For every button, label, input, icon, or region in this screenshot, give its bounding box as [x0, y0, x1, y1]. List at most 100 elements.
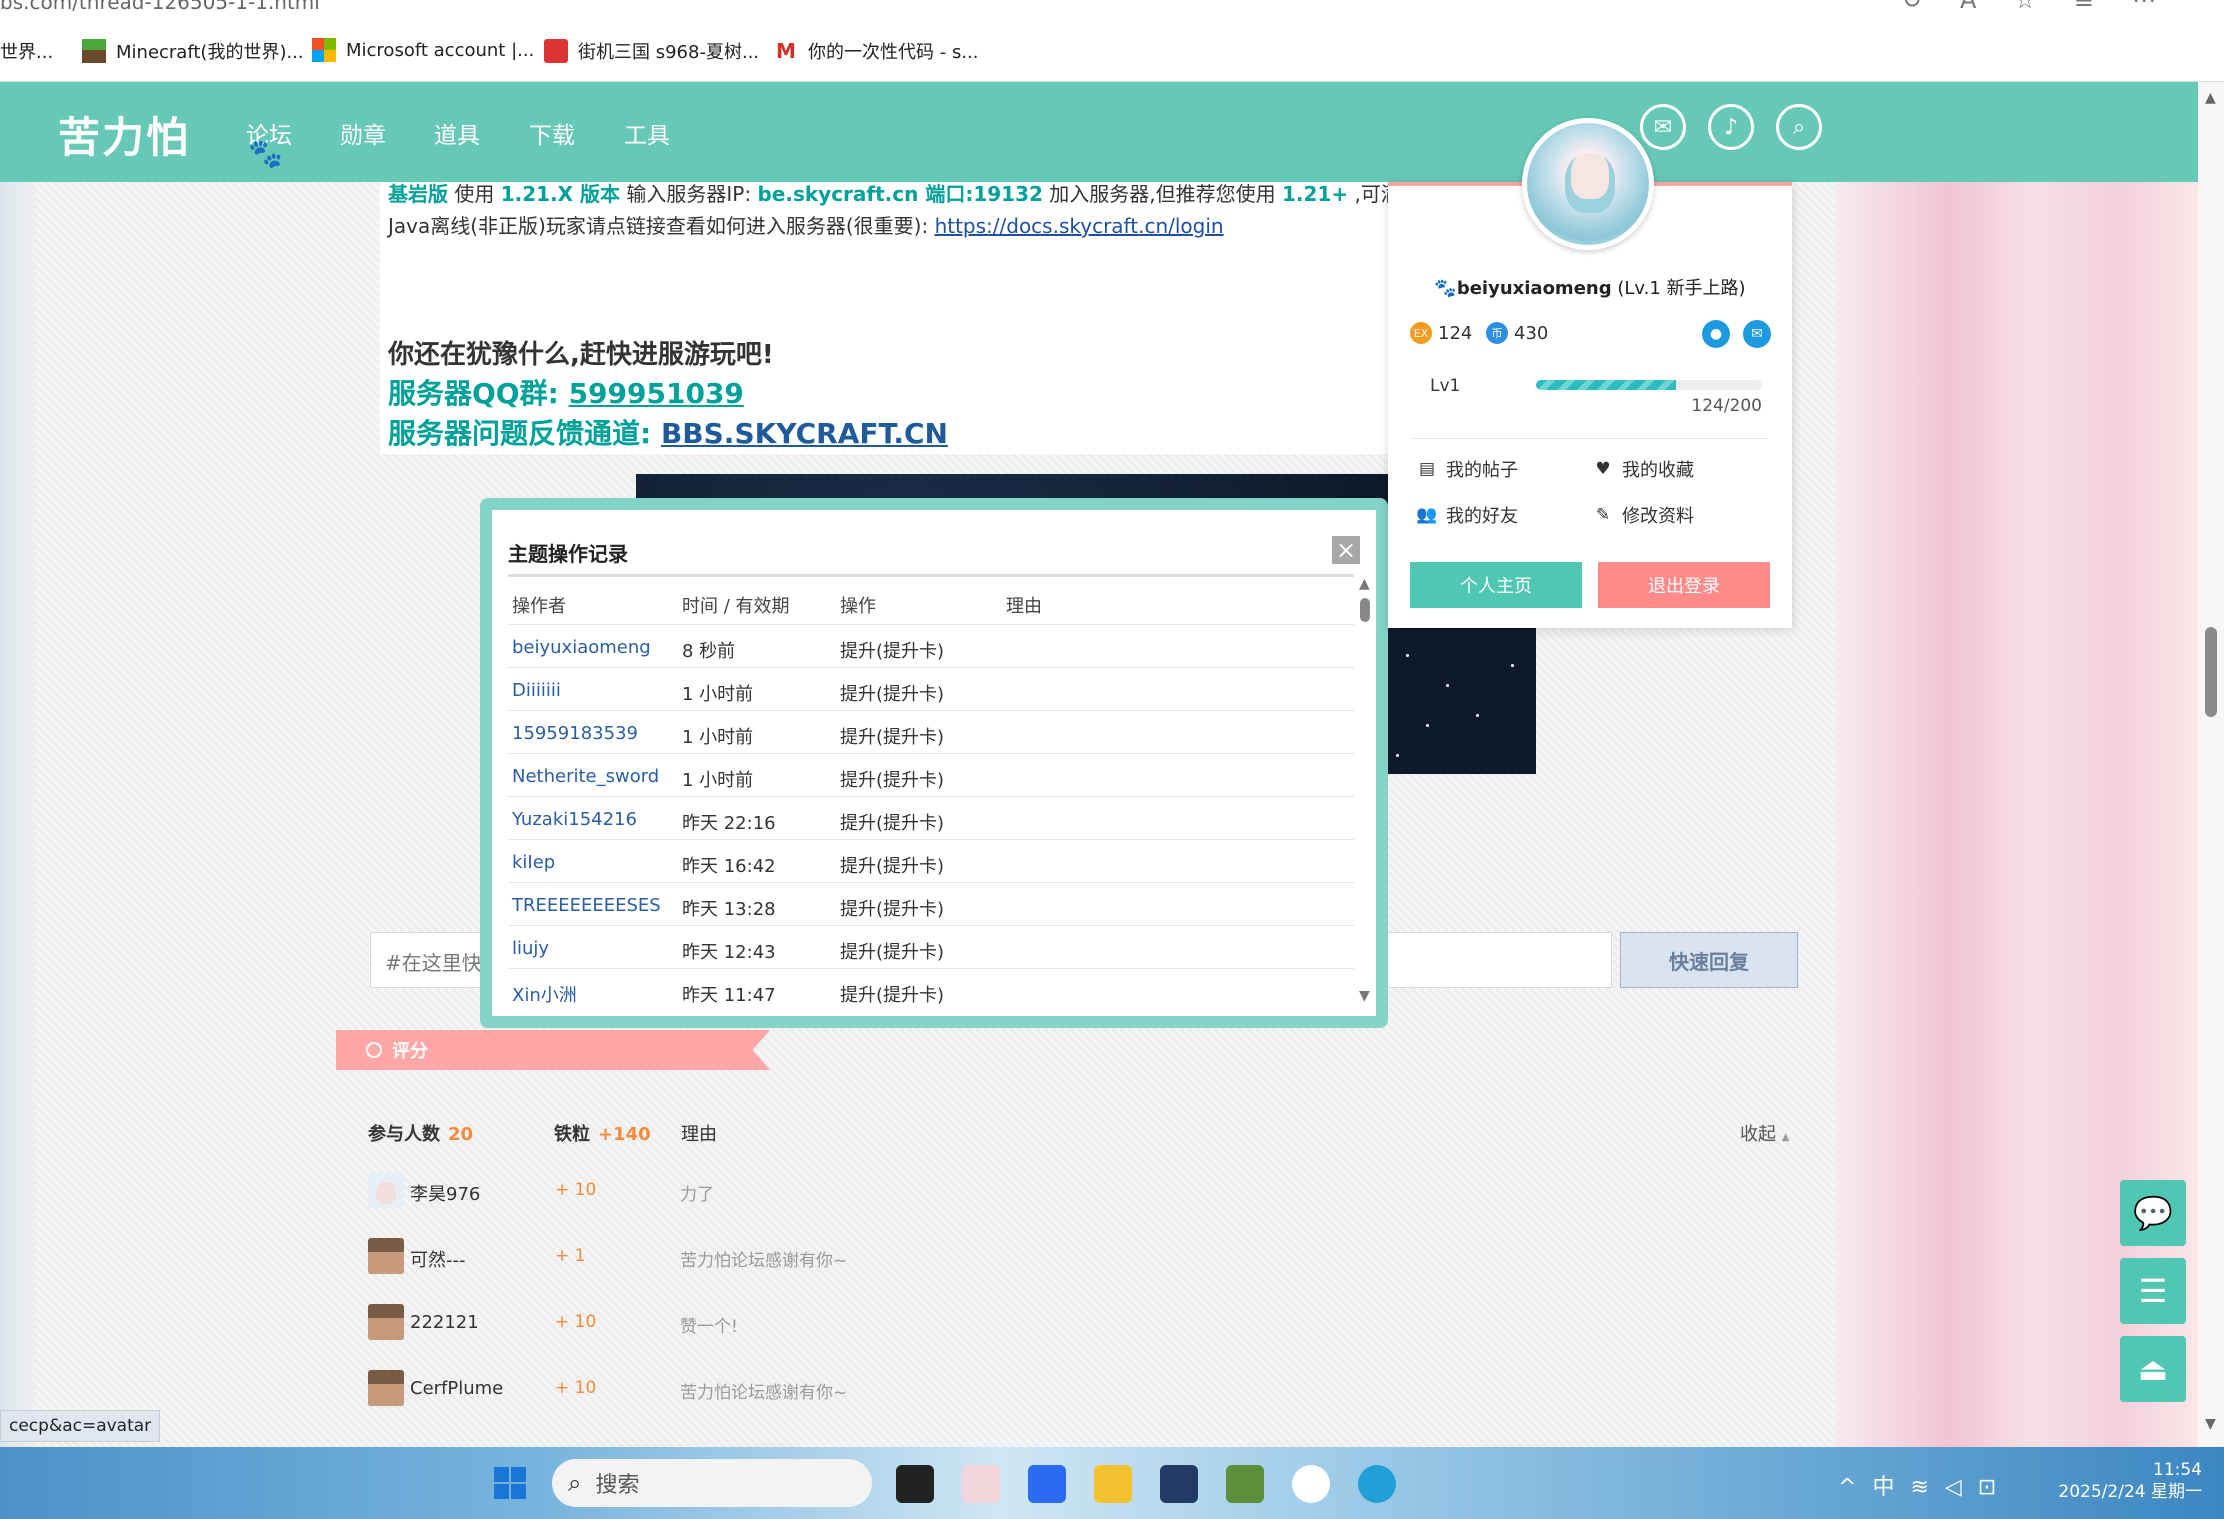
scroll-down-icon[interactable]: ▼: [2205, 1416, 2216, 1432]
post-content: 基岩版 使用 1.21.X 版本 输入服务器IP: be.skycraft.cn…: [380, 182, 1401, 454]
table-row: Xin小洲 昨天 11:47 提升(提升卡): [508, 968, 1354, 1011]
scroll-up-icon[interactable]: ▲: [1359, 576, 1370, 592]
scroll-down-icon[interactable]: ▼: [1359, 988, 1370, 1004]
gmail-icon: M: [776, 39, 796, 63]
qq-group-link[interactable]: 599951039: [569, 377, 744, 410]
profile-button[interactable]: 个人主页: [1410, 562, 1582, 608]
file-explorer-icon[interactable]: [1094, 1465, 1132, 1503]
operator-link[interactable]: TREEEEEEEESES: [512, 895, 661, 916]
task-view-icon[interactable]: [896, 1465, 934, 1503]
system-tray[interactable]: ^中≋◁⊡: [1838, 1469, 2012, 1501]
operator-link[interactable]: Netherite_sword: [512, 766, 659, 787]
username[interactable]: beiyuxiaomeng: [1457, 278, 1612, 299]
site-logo[interactable]: 苦力怕: [58, 104, 190, 165]
col-reason: 理由: [1006, 596, 1042, 617]
avatar[interactable]: [368, 1304, 404, 1340]
operator-link[interactable]: beiyuxiaomeng: [512, 637, 651, 658]
rating-reason: 苦力怕论坛感谢有你~: [680, 1251, 848, 1271]
comment-icon[interactable]: 💬: [2120, 1180, 2186, 1246]
mail-icon[interactable]: ✉: [1640, 104, 1686, 150]
nav-download[interactable]: 下载: [529, 116, 575, 150]
mail-icon[interactable]: ✉: [1743, 320, 1771, 348]
divider: [1412, 438, 1768, 439]
operator-link[interactable]: 15959183539: [512, 723, 638, 744]
table-row: TREEEEEEEESES 昨天 13:28 提升(提升卡): [508, 882, 1354, 925]
clock[interactable]: 11:54 2025/2/24 星期一: [2052, 1459, 2202, 1503]
level-progress-bar: [1536, 380, 1762, 390]
address-bar[interactable]: bs.com/thread-126505-1-1.html ↻A☆≡⋯: [0, 0, 2224, 16]
circle-icon: [366, 1042, 382, 1058]
rater-name[interactable]: 李昊976: [410, 1180, 480, 1206]
list-icon[interactable]: ☰: [2120, 1258, 2186, 1324]
nav-items[interactable]: 道具: [434, 116, 480, 150]
col-action: 操作: [840, 596, 876, 617]
post-cta: 你还在犹豫什么,赶快进服游玩吧!: [388, 340, 774, 370]
search-icon[interactable]: ⌕: [1776, 104, 1822, 150]
nav-tools[interactable]: 工具: [624, 116, 670, 150]
operator-link[interactable]: liujy: [512, 938, 549, 959]
taskbar-search[interactable]: ⌕ 搜索: [552, 1459, 872, 1507]
rater-name[interactable]: 222121: [410, 1312, 479, 1333]
operator-link[interactable]: kiIep: [512, 852, 555, 873]
rating-reason: 力了: [680, 1185, 714, 1205]
bell-icon[interactable]: ♪: [1708, 104, 1754, 150]
page-scrollbar[interactable]: ▲ ▼: [2198, 82, 2224, 1447]
collapse-toggle[interactable]: 收起 ▲: [1740, 1120, 1789, 1146]
bookmark-item[interactable]: 街机三国 s968-夏树...: [544, 38, 759, 64]
menu-my-favorites[interactable]: ♥ 我的收藏: [1592, 456, 1694, 482]
operator-link[interactable]: Yuzaki154216: [512, 809, 637, 830]
heart-icon: ♥: [1595, 459, 1611, 479]
scroll-thumb[interactable]: [2205, 627, 2217, 717]
rating-score: + 10: [555, 1312, 597, 1332]
feedback-link[interactable]: BBS.SKYCRAFT.CN: [661, 417, 948, 450]
scroll-up-icon[interactable]: ▲: [2205, 90, 2216, 106]
rater-name[interactable]: 可然---: [410, 1246, 466, 1272]
search-icon: ⌕: [568, 1469, 582, 1497]
table-row: Netherite_sword 1 小时前 提升(提升卡): [508, 753, 1354, 796]
qq-icon[interactable]: [1292, 1465, 1330, 1503]
taskbar: ⌕ 搜索 ^中≋◁⊡ 11:54 2025/2/24 星期一: [0, 1447, 2224, 1519]
scroll-thumb[interactable]: [1360, 598, 1370, 622]
level-label: Lv1: [1430, 376, 1461, 396]
nav-medals[interactable]: 勋章: [340, 116, 386, 150]
site-header: 苦力怕 论坛 🐾 勋章 道具 下载 工具 ✉ ♪ ⌕: [0, 82, 2224, 182]
menu-my-posts[interactable]: ▤ 我的帖子: [1416, 456, 1518, 482]
avatar[interactable]: [368, 1172, 404, 1208]
pcl-icon[interactable]: [1160, 1465, 1198, 1503]
dialog-scrollbar[interactable]: ▲ ▼: [1358, 576, 1372, 1004]
app-icon[interactable]: [962, 1465, 1000, 1503]
thread-log-dialog: 主题操作记录 × 操作者 时间 / 有效期 操作 理由 beiyuxiaomen…: [480, 498, 1388, 1028]
avatar[interactable]: [368, 1370, 404, 1406]
user-avatar[interactable]: [1522, 118, 1654, 250]
rater-name[interactable]: CerfPlume: [410, 1378, 503, 1399]
browser-toolbar-icons[interactable]: ↻A☆≡⋯: [1902, 0, 2194, 14]
paw-icon: 🐾: [1434, 278, 1457, 299]
edge-icon[interactable]: [1358, 1465, 1396, 1503]
menu-edit-profile[interactable]: ✎ 修改资料: [1592, 502, 1694, 528]
bookmark-item[interactable]: Microsoft account |...: [312, 38, 534, 62]
minecraft-icon[interactable]: [1226, 1465, 1264, 1503]
bookmark-item[interactable]: Minecraft(我的世界)...: [82, 38, 304, 64]
back-to-top-icon[interactable]: ⏏: [2120, 1336, 2186, 1402]
app-icon[interactable]: [1028, 1465, 1066, 1503]
qq-icon[interactable]: ●: [1702, 320, 1730, 348]
rating-reason: 赞一个!: [680, 1317, 738, 1337]
rating-participants: 参与人数 20: [368, 1124, 474, 1145]
level-progress-text: 124/200: [1691, 396, 1762, 416]
user-name-line: 🐾beiyuxiaomeng (Lv.1 新手上路): [1434, 278, 1746, 299]
level-progress-fill: [1536, 380, 1677, 390]
menu-my-friends[interactable]: 👥 我的好友: [1416, 502, 1518, 528]
bookmark-item[interactable]: M 你的一次性代码 - s...: [774, 38, 978, 64]
quick-reply-button[interactable]: 快速回复: [1620, 932, 1798, 988]
logout-button[interactable]: 退出登录: [1598, 562, 1770, 608]
operator-link[interactable]: Xin小洲: [512, 981, 577, 1007]
avatar[interactable]: [368, 1238, 404, 1274]
docs-link[interactable]: https://docs.skycraft.cn/login: [935, 214, 1224, 238]
windows-start-icon[interactable]: [494, 1467, 526, 1499]
operator-link[interactable]: Diiiiiii: [512, 680, 561, 701]
post-qq: 服务器QQ群: 599951039: [388, 377, 744, 410]
table-row: Yuzaki154216 昨天 22:16 提升(提升卡): [508, 796, 1354, 839]
bookmark-item[interactable]: 世界...: [0, 38, 53, 64]
paw-icon: 🐾: [248, 137, 283, 170]
close-icon[interactable]: ×: [1332, 536, 1360, 564]
